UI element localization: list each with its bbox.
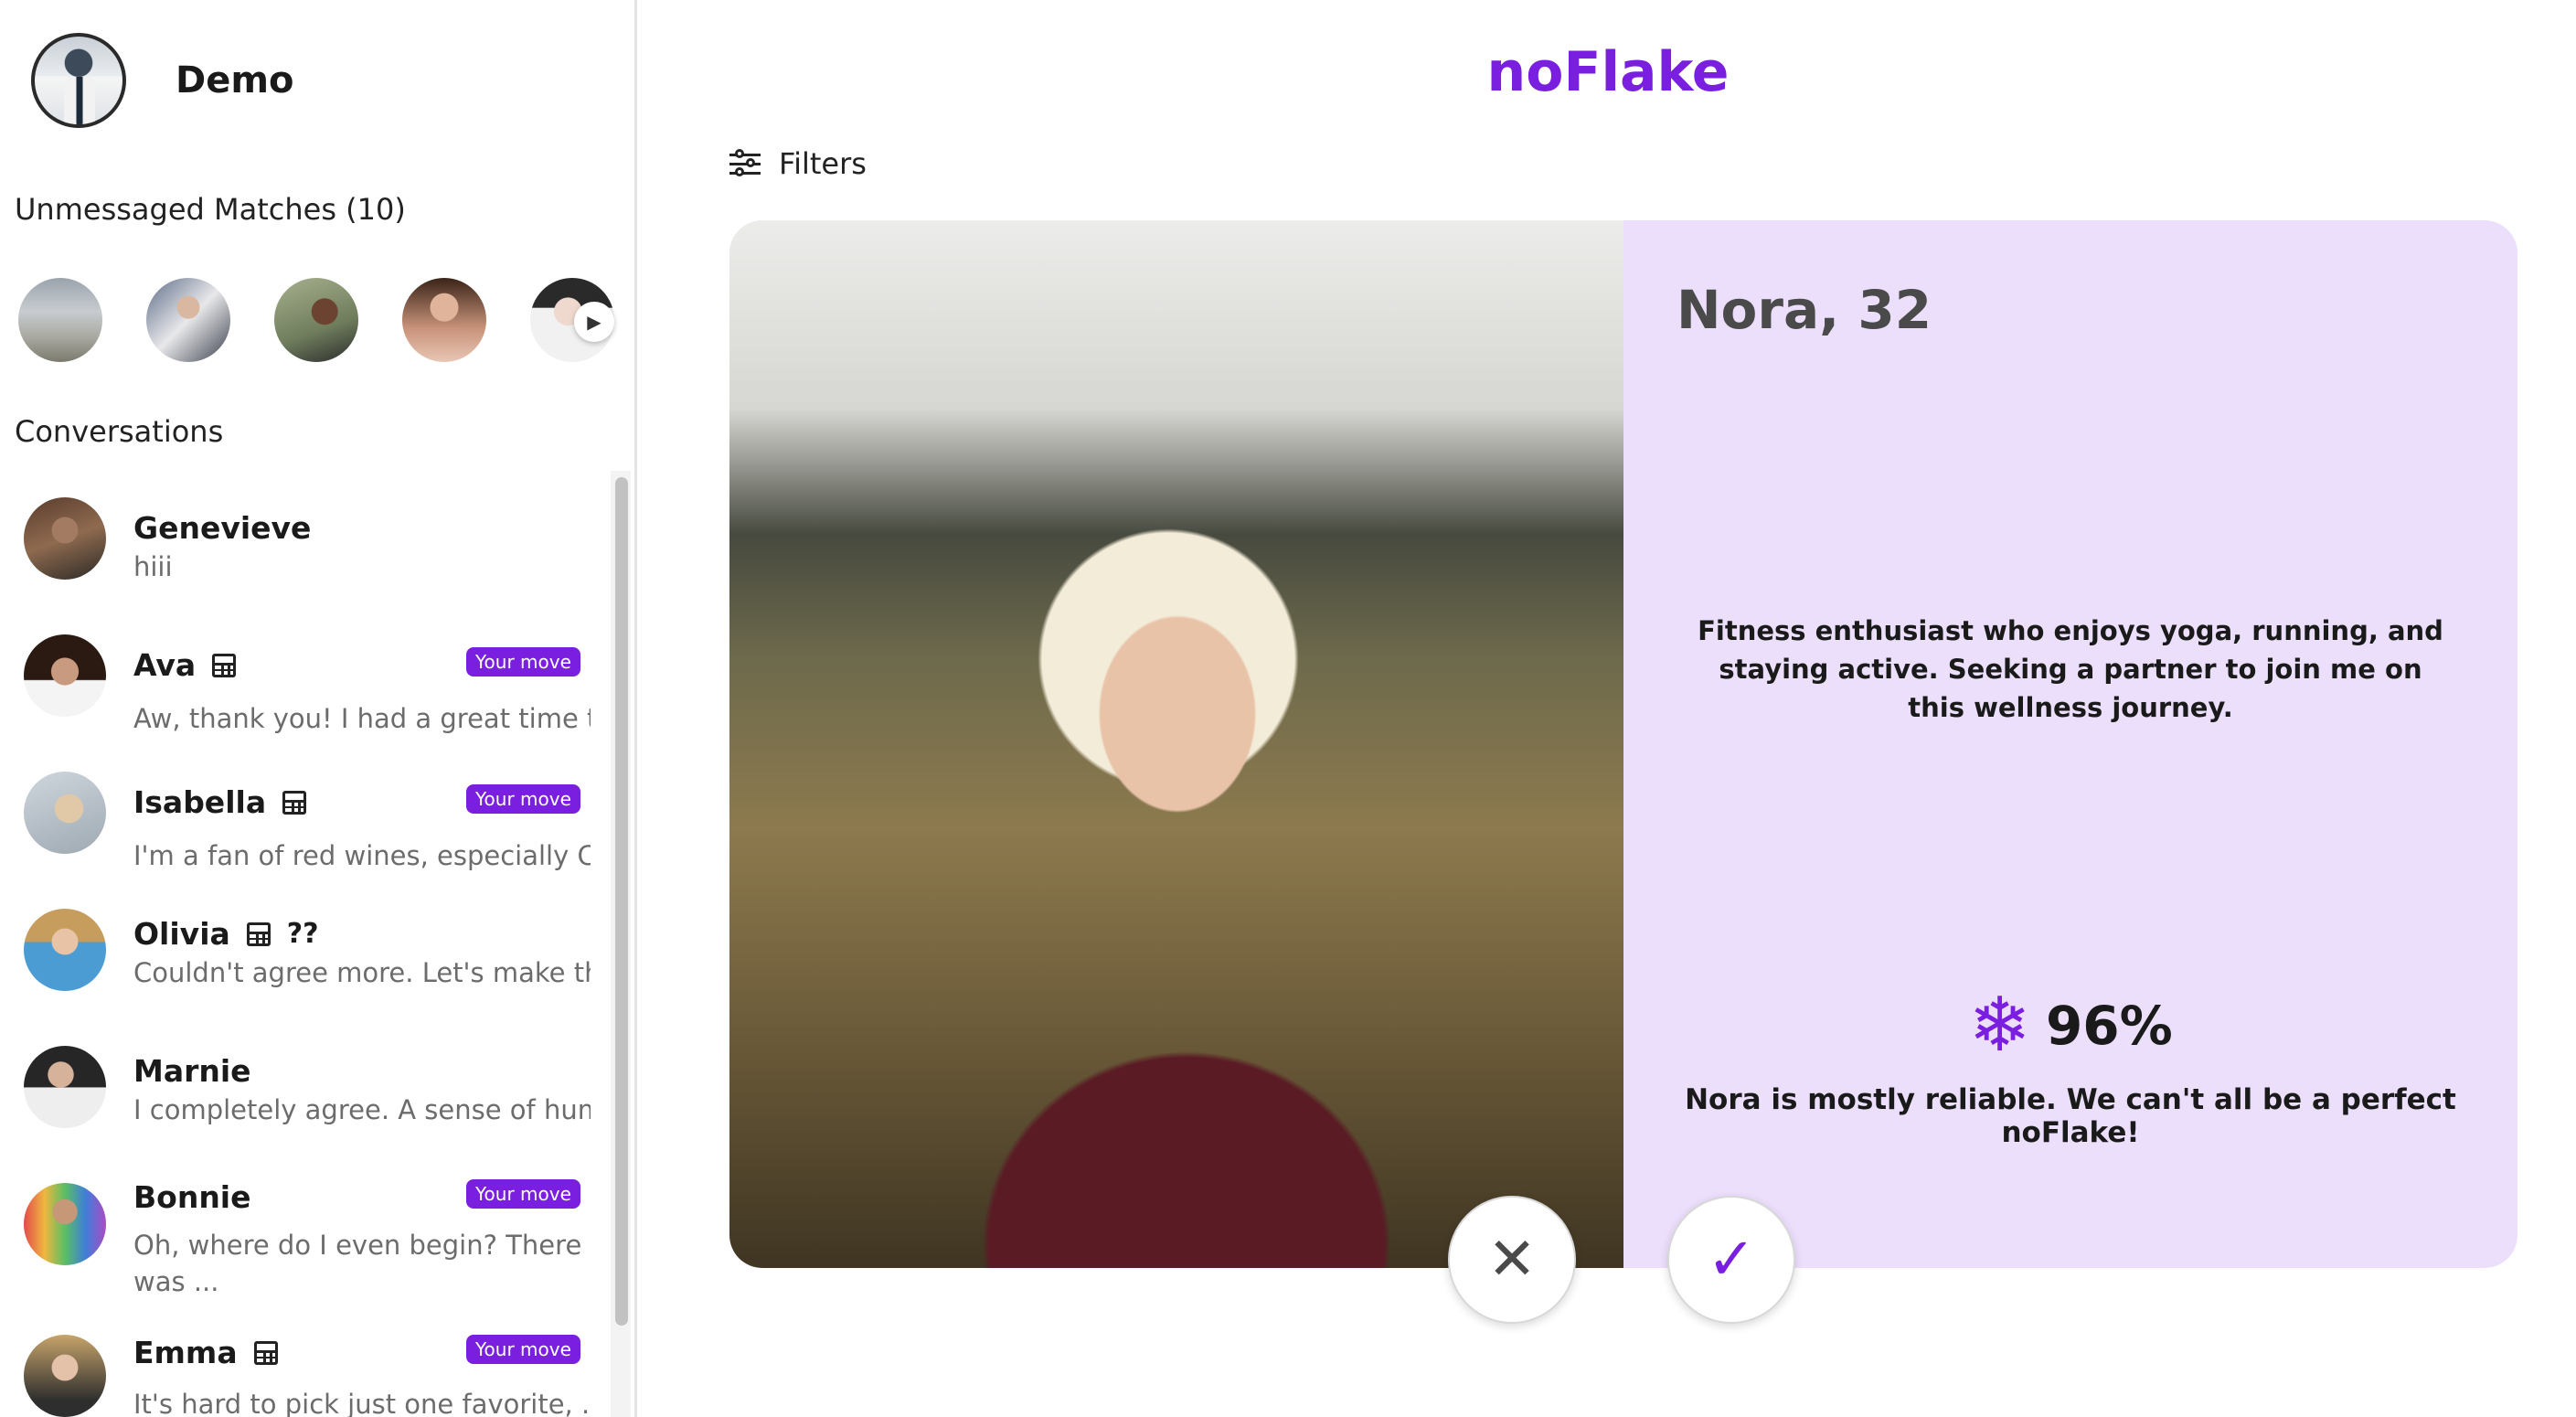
app-title: noFlake <box>1486 40 1730 104</box>
conversation-name: Emma <box>133 1335 238 1370</box>
conversation-item[interactable]: Isabella Your move I'm a fan of red wine… <box>0 772 594 881</box>
conversation-header: Emma <box>133 1335 278 1370</box>
conversation-name: Marnie <box>133 1053 251 1089</box>
calendar-icon <box>246 922 271 946</box>
conversation-name: Isabella <box>133 784 267 820</box>
like-button[interactable]: ✓ <box>1667 1196 1795 1324</box>
calendar-icon <box>253 1340 278 1365</box>
reliability-text: Nora is mostly reliable. We can't all be… <box>1685 1083 2456 1149</box>
conversation-header: Isabella <box>133 784 307 820</box>
profile-bio: Fitness enthusiast who enjoys yoga, runn… <box>1698 615 2443 723</box>
conversation-preview: Aw, thank you! I had a great time too... <box>133 703 591 734</box>
reliability-score: ❄ 96% <box>1623 988 2517 1063</box>
profile-name: Nora, 32 <box>1677 279 1932 341</box>
avatar <box>24 497 106 580</box>
match-avatar[interactable] <box>274 278 358 362</box>
chevron-right-icon[interactable]: ▶ <box>574 302 614 342</box>
match-avatar[interactable] <box>146 278 230 362</box>
filters-button[interactable]: Filters <box>729 146 867 181</box>
unmessaged-matches-list <box>18 278 614 362</box>
status-badge: Your move <box>466 1179 580 1209</box>
conversation-item[interactable]: Emma Your move It's hard to pick just on… <box>0 1335 594 1417</box>
conversation-name: Olivia <box>133 916 230 952</box>
unmessaged-matches-title: Unmessaged Matches (10) <box>15 192 406 227</box>
app: Demo Unmessaged Matches (10) ▶ Conversat… <box>0 0 2576 1417</box>
user-profile[interactable]: Demo <box>31 33 294 128</box>
sliders-icon <box>729 149 761 177</box>
calendar-icon <box>282 790 307 815</box>
conversation-preview: I completely agree. A sense of humor ... <box>133 1094 591 1125</box>
main-panel: noFlake Filters Nora, 32 Fitness enthusi… <box>640 0 2576 1417</box>
snowflake-icon: ❄ <box>1968 982 2031 1069</box>
match-avatar[interactable] <box>18 278 102 362</box>
conversation-item[interactable]: Ava Your move Aw, thank you! I had a gre… <box>0 634 594 744</box>
conversation-name: Bonnie <box>133 1179 251 1215</box>
filters-label: Filters <box>779 146 867 181</box>
conversation-item[interactable]: Olivia ?? Couldn't agree more. Let's mak… <box>0 909 594 1018</box>
user-name: Demo <box>176 59 294 101</box>
conversation-preview: hiii <box>133 551 173 582</box>
avatar <box>24 772 106 854</box>
profile-photo[interactable] <box>729 220 1623 1268</box>
conversation-header: Marnie <box>133 1053 251 1089</box>
conversation-preview: Oh, where do I even begin? There was ... <box>133 1230 582 1297</box>
close-icon: ✕ <box>1487 1226 1537 1294</box>
conversation-header: Genevieve <box>133 510 311 546</box>
avatar <box>24 1183 106 1265</box>
conversation-item[interactable]: Genevieve hiii <box>0 497 594 607</box>
profile-card: Nora, 32 Fitness enthusiast who enjoys y… <box>729 220 2517 1268</box>
status-badge: Your move <box>466 647 580 677</box>
conversation-header: Olivia ?? <box>133 916 319 952</box>
conversation-name: Ava <box>133 647 197 683</box>
score-value: 96% <box>2045 995 2173 1057</box>
conversation-name: Genevieve <box>133 510 312 546</box>
conversation-list: Genevieve hiii Ava Your move Aw, thank y… <box>0 475 612 1417</box>
conversation-flag: ?? <box>286 918 319 950</box>
status-badge: Your move <box>466 784 580 814</box>
sidebar: Demo Unmessaged Matches (10) ▶ Conversat… <box>0 0 637 1417</box>
profile-info: Nora, 32 Fitness enthusiast who enjoys y… <box>1623 220 2517 1268</box>
reject-button[interactable]: ✕ <box>1448 1196 1576 1324</box>
scrollbar-thumb[interactable] <box>615 477 628 1326</box>
conversation-preview: It's hard to pick just one favorite, ... <box>133 1389 591 1417</box>
match-avatar[interactable] <box>402 278 486 362</box>
calendar-icon <box>212 653 237 677</box>
user-avatar[interactable] <box>31 33 126 128</box>
avatar <box>24 909 106 991</box>
avatar <box>24 634 106 717</box>
conversation-preview: I'm a fan of red wines, especially Ca... <box>133 840 591 871</box>
conversation-item[interactable]: Bonnie Your move Oh, where do I even beg… <box>0 1179 594 1320</box>
conversation-header: Ava <box>133 647 237 683</box>
check-icon: ✓ <box>1707 1226 1756 1294</box>
conversation-preview: Couldn't agree more. Let's make this ... <box>133 957 591 988</box>
avatar <box>24 1335 106 1417</box>
conversation-header: Bonnie <box>133 1179 251 1215</box>
avatar <box>24 1046 106 1128</box>
conversation-item[interactable]: Marnie I completely agree. A sense of hu… <box>0 1046 594 1156</box>
status-badge: Your move <box>466 1335 580 1364</box>
conversations-title: Conversations <box>15 414 224 449</box>
